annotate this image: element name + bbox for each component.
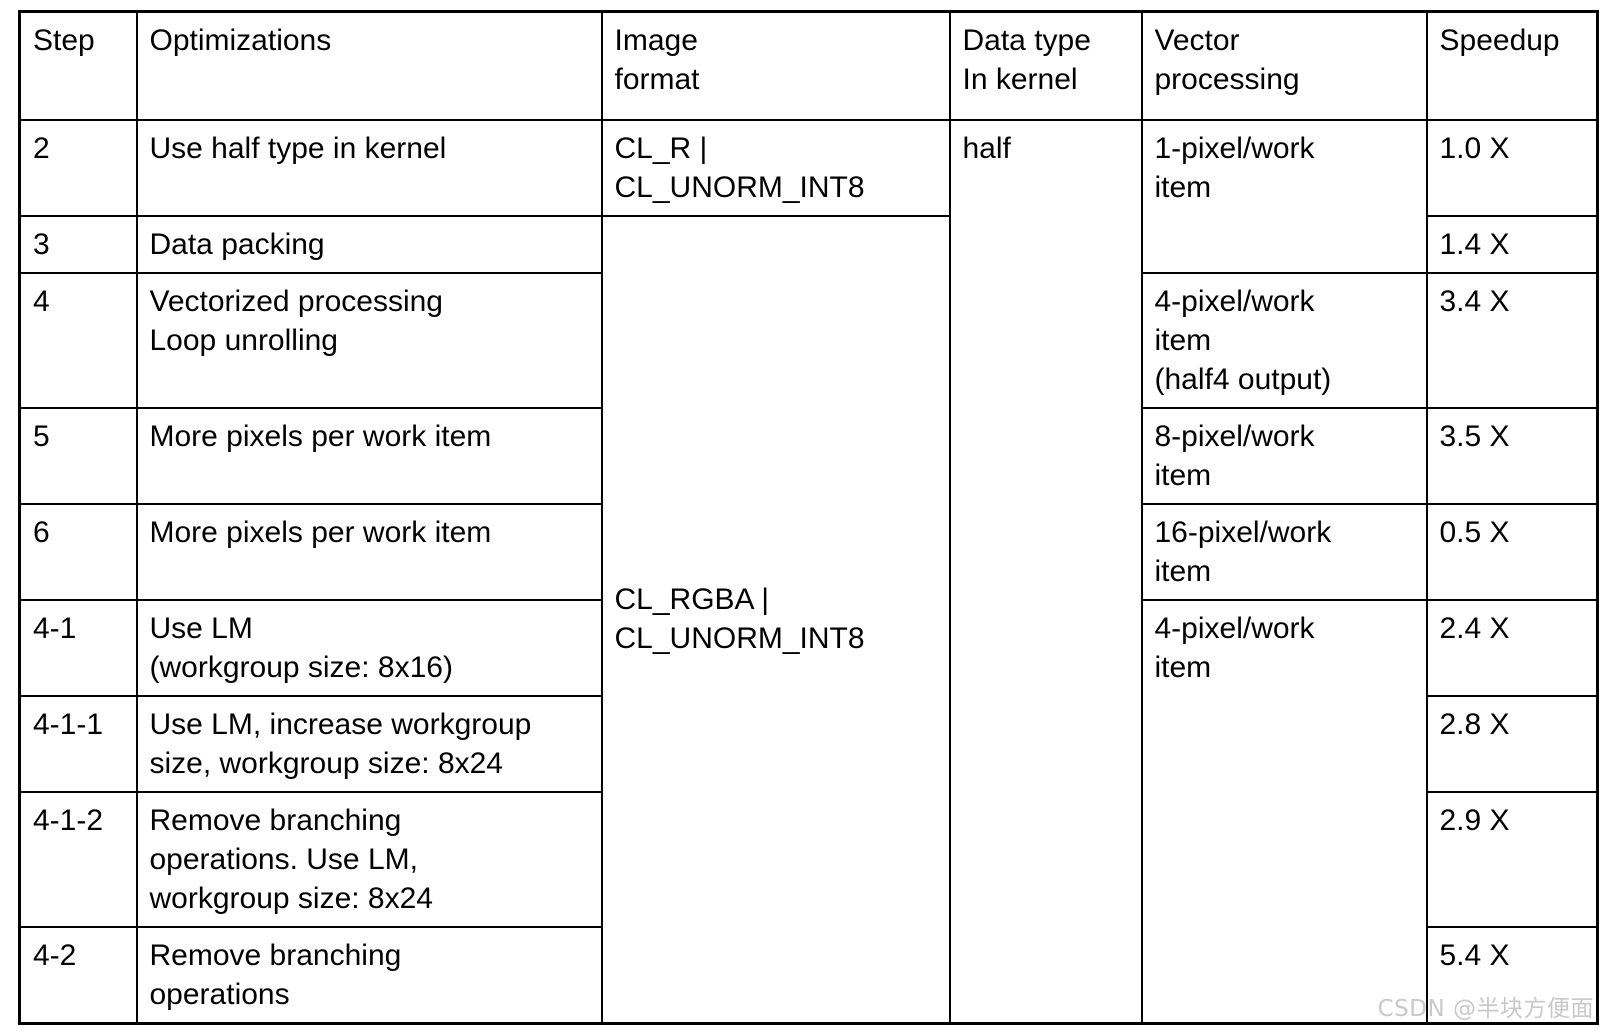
cell-optimizations: Data packing [135, 214, 603, 274]
optimization-line: More pixels per work item [149, 515, 492, 549]
cell-data-type: half [948, 118, 1143, 1024]
cell-step: 3 [18, 214, 138, 274]
optimization-line: Use LM, increase workgroup [149, 707, 532, 741]
cell-speedup: 1.4 X [1425, 214, 1599, 274]
optimization-line: workgroup size: 8x24 [149, 881, 433, 915]
column-header-speedup-label: Speedup [1439, 24, 1560, 57]
optimization-line: operations. Use LM, [149, 842, 418, 876]
cell-speedup: 2.9 X [1425, 790, 1599, 928]
cell-vector-processing: 8-pixel/work item [1140, 406, 1428, 505]
cell-speedup: 2.4 X [1425, 598, 1599, 697]
image-format-line1: CL_R | [614, 131, 708, 165]
cell-optimizations: Use LM, increase workgroup size, workgro… [135, 694, 603, 793]
cell-optimizations: More pixels per work item [135, 502, 603, 601]
cell-vector-processing: 4-pixel/work item (half4 output) [1140, 271, 1428, 409]
table-header: Step Optimizations Image format Data typ… [18, 10, 1599, 121]
column-header-optimizations: Optimizations [135, 10, 603, 121]
column-header-image-format: Image format [600, 10, 951, 121]
optimization-line: operations [149, 977, 290, 1011]
cell-vector-processing: 4-pixel/work item [1140, 598, 1428, 1024]
cell-optimizations: Remove branching operations [135, 925, 603, 1024]
column-header-image-format-line2: format [614, 63, 700, 96]
table-sheet: Step Optimizations Image format Data typ… [0, 0, 1616, 1031]
cell-speedup: 2.8 X [1425, 694, 1599, 793]
table-row: 2 Use half type in kernel CL_R | CL_UNOR… [18, 118, 1599, 1024]
cell-step: 5 [18, 406, 138, 505]
optimization-line: Remove branching [149, 803, 402, 837]
optimizations-table: Step Optimizations Image format Data typ… [18, 10, 1599, 1025]
cell-step: 2 [18, 118, 138, 217]
vector-mode-line2: item [1154, 323, 1212, 357]
optimization-line: Loop unrolling [149, 323, 338, 357]
cell-vector-processing: 1-pixel/work item [1140, 118, 1428, 274]
column-header-vector-processing-line2: processing [1154, 63, 1300, 96]
vector-mode-line3: (half4 output) [1154, 362, 1332, 396]
cell-speedup: 3.5 X [1425, 406, 1599, 505]
vector-mode-line1: 4-pixel/work [1154, 284, 1315, 318]
table-body: 2 Use half type in kernel CL_R | CL_UNOR… [18, 118, 1599, 1024]
cell-optimizations: Vectorized processing Loop unrolling [135, 271, 603, 409]
image-format-line2: CL_UNORM_INT8 [614, 170, 865, 204]
image-format-line2: CL_UNORM_INT8 [614, 622, 865, 655]
vector-mode-line2: item [1154, 170, 1212, 204]
cell-image-format: CL_R | CL_UNORM_INT8 [600, 118, 951, 217]
cell-step: 4-1-1 [18, 694, 138, 793]
cell-step: 4-1 [18, 598, 138, 697]
vector-mode-line1: 1-pixel/work [1154, 131, 1315, 165]
cell-image-format: CL_RGBA | CL_UNORM_INT8 [600, 214, 951, 1024]
optimization-line: size, workgroup size: 8x24 [149, 746, 504, 780]
column-header-data-type-line2: In kernel [962, 63, 1078, 96]
column-header-step-label: Step [33, 24, 95, 57]
cell-speedup: 5.4 X [1425, 925, 1599, 1024]
vector-mode-line1: 8-pixel/work [1154, 419, 1315, 453]
optimization-line: Use half type in kernel [149, 131, 447, 165]
column-header-vector-processing-line1: Vector [1154, 24, 1240, 57]
cell-optimizations: Use half type in kernel [135, 118, 603, 217]
cell-speedup: 0.5 X [1425, 502, 1599, 601]
cell-step: 6 [18, 502, 138, 601]
vector-mode-line1: 4-pixel/work [1154, 611, 1315, 645]
optimization-line: Use LM [149, 611, 253, 645]
vector-mode-line2: item [1154, 554, 1212, 588]
column-header-vector-processing: Vector processing [1140, 10, 1428, 121]
cell-step: 4-2 [18, 925, 138, 1024]
cell-vector-processing: 16-pixel/work item [1140, 502, 1428, 601]
column-header-step: Step [18, 10, 138, 121]
optimization-line: Data packing [149, 227, 325, 261]
header-row: Step Optimizations Image format Data typ… [18, 10, 1599, 121]
vector-mode-line1: 16-pixel/work [1154, 515, 1332, 549]
column-header-image-format-line1: Image [614, 24, 698, 57]
image-format-line1: CL_RGBA | [614, 583, 770, 616]
cell-step: 4 [18, 271, 138, 409]
vector-mode-line2: item [1154, 650, 1212, 684]
optimization-line: (workgroup size: 8x16) [149, 650, 453, 684]
optimization-line: Remove branching [149, 938, 402, 972]
column-header-speedup: Speedup [1425, 10, 1599, 121]
optimization-line: Vectorized processing [149, 284, 444, 318]
column-header-data-type-line1: Data type [962, 24, 1091, 57]
vector-mode-line2: item [1154, 458, 1212, 492]
cell-step: 4-1-2 [18, 790, 138, 928]
cell-optimizations: Remove branching operations. Use LM, wor… [135, 790, 603, 928]
optimization-line: More pixels per work item [149, 419, 492, 453]
cell-speedup: 1.0 X [1425, 118, 1599, 217]
column-header-data-type: Data type In kernel [948, 10, 1143, 121]
cell-optimizations: More pixels per work item [135, 406, 603, 505]
cell-optimizations: Use LM (workgroup size: 8x16) [135, 598, 603, 697]
cell-speedup: 3.4 X [1425, 271, 1599, 409]
column-header-optimizations-label: Optimizations [149, 24, 332, 57]
